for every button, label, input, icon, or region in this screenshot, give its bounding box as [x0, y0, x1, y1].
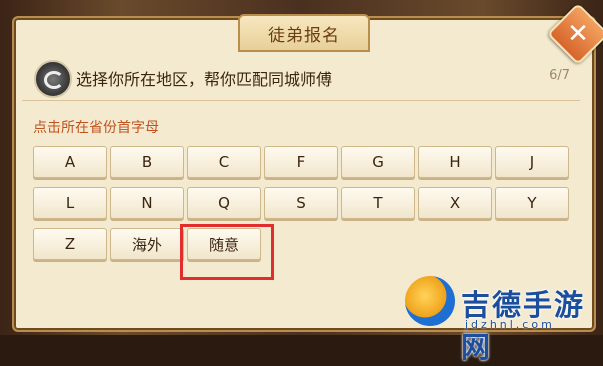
key-overseas[interactable]: 海外	[110, 228, 184, 260]
question-row: 选择你所在地区，帮你匹配同城师傅 6/7	[22, 58, 580, 101]
key-s[interactable]: S	[264, 187, 338, 219]
avatar	[34, 60, 72, 98]
highlight-box	[180, 224, 274, 280]
watermark-url: jdzhnl.com	[465, 318, 555, 331]
hint-text: 点击所在省份首字母	[33, 120, 159, 136]
key-l[interactable]: L	[33, 187, 107, 219]
key-f[interactable]: F	[264, 146, 338, 178]
key-z[interactable]: Z	[33, 228, 107, 260]
key-b[interactable]: B	[110, 146, 184, 178]
key-n[interactable]: N	[110, 187, 184, 219]
progress-indicator: 6/7	[549, 68, 570, 83]
key-a[interactable]: A	[33, 146, 107, 178]
key-h[interactable]: H	[418, 146, 492, 178]
key-q[interactable]: Q	[187, 187, 261, 219]
watermark-logo-icon	[405, 276, 455, 326]
key-j[interactable]: J	[495, 146, 569, 178]
question-text: 选择你所在地区，帮你匹配同城师傅	[76, 70, 333, 89]
key-x[interactable]: X	[418, 187, 492, 219]
key-c[interactable]: C	[187, 146, 261, 178]
key-y[interactable]: Y	[495, 187, 569, 219]
dialog-title: 徒弟报名	[238, 14, 370, 52]
watermark: 吉德手游网 jdzhnl.com	[405, 262, 601, 364]
key-t[interactable]: T	[341, 187, 415, 219]
close-icon: ✕	[567, 19, 589, 49]
key-g[interactable]: G	[341, 146, 415, 178]
